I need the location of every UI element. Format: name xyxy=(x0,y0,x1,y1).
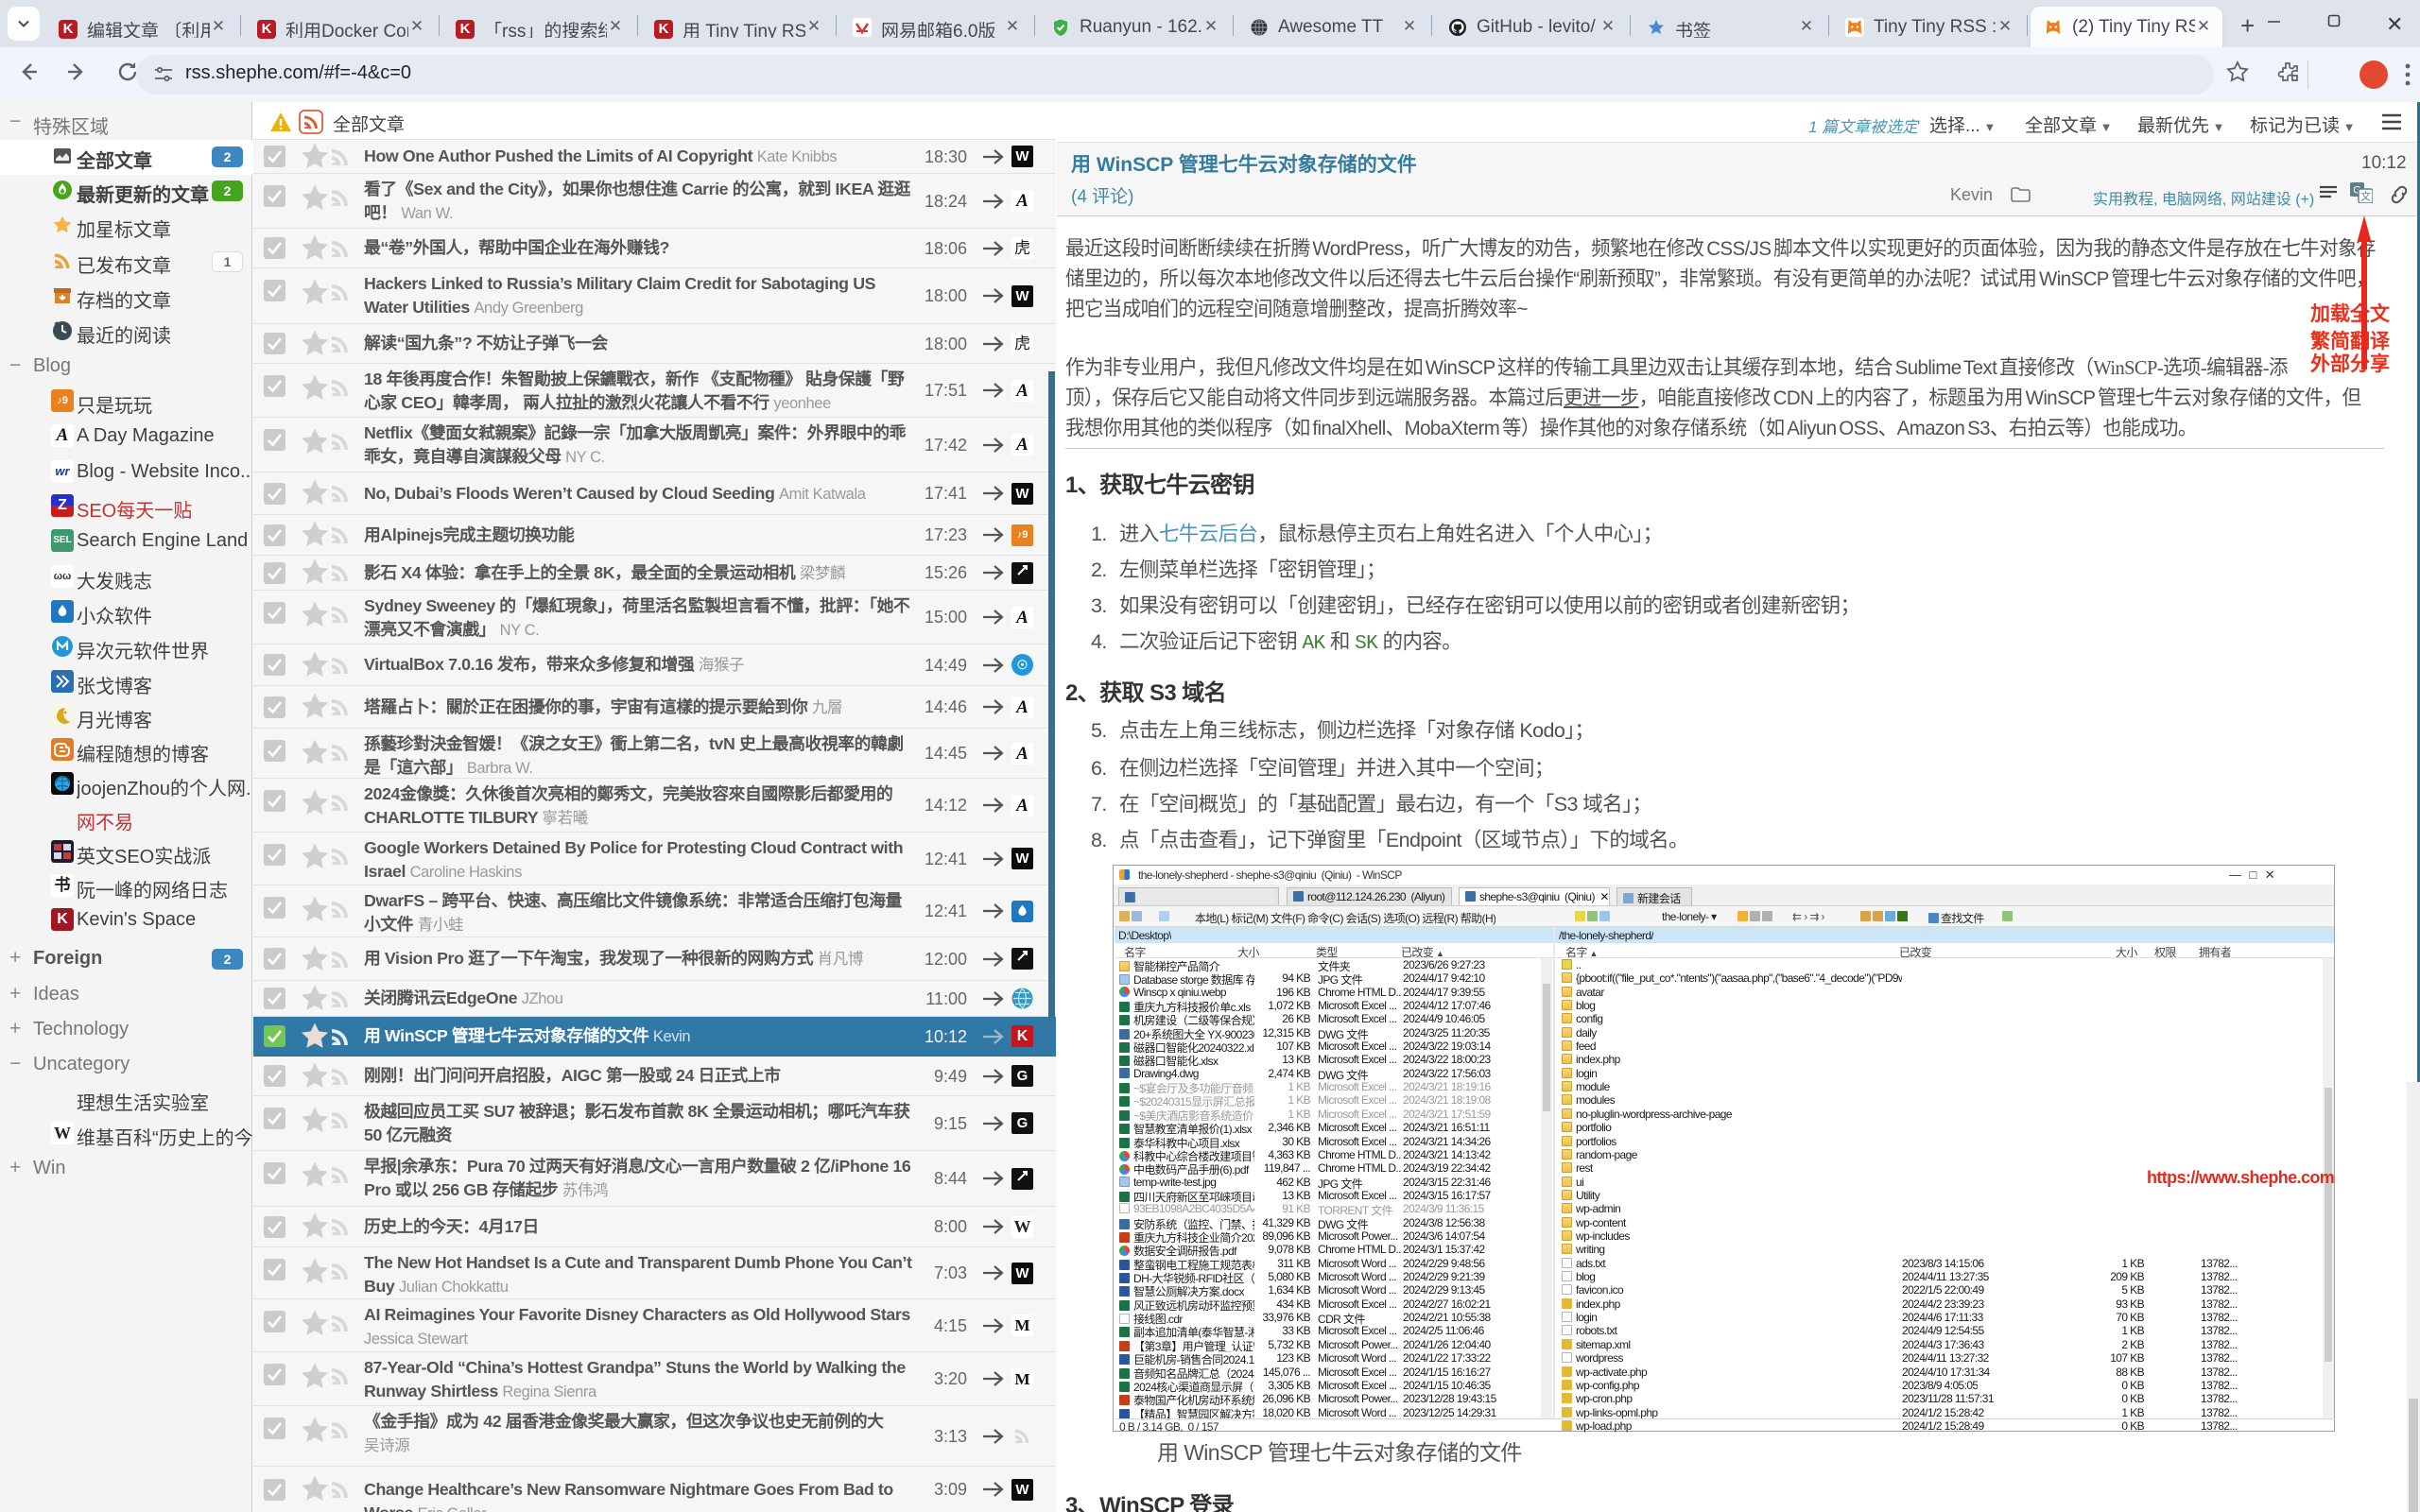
svg-text:文: 文 xyxy=(2360,190,2371,203)
